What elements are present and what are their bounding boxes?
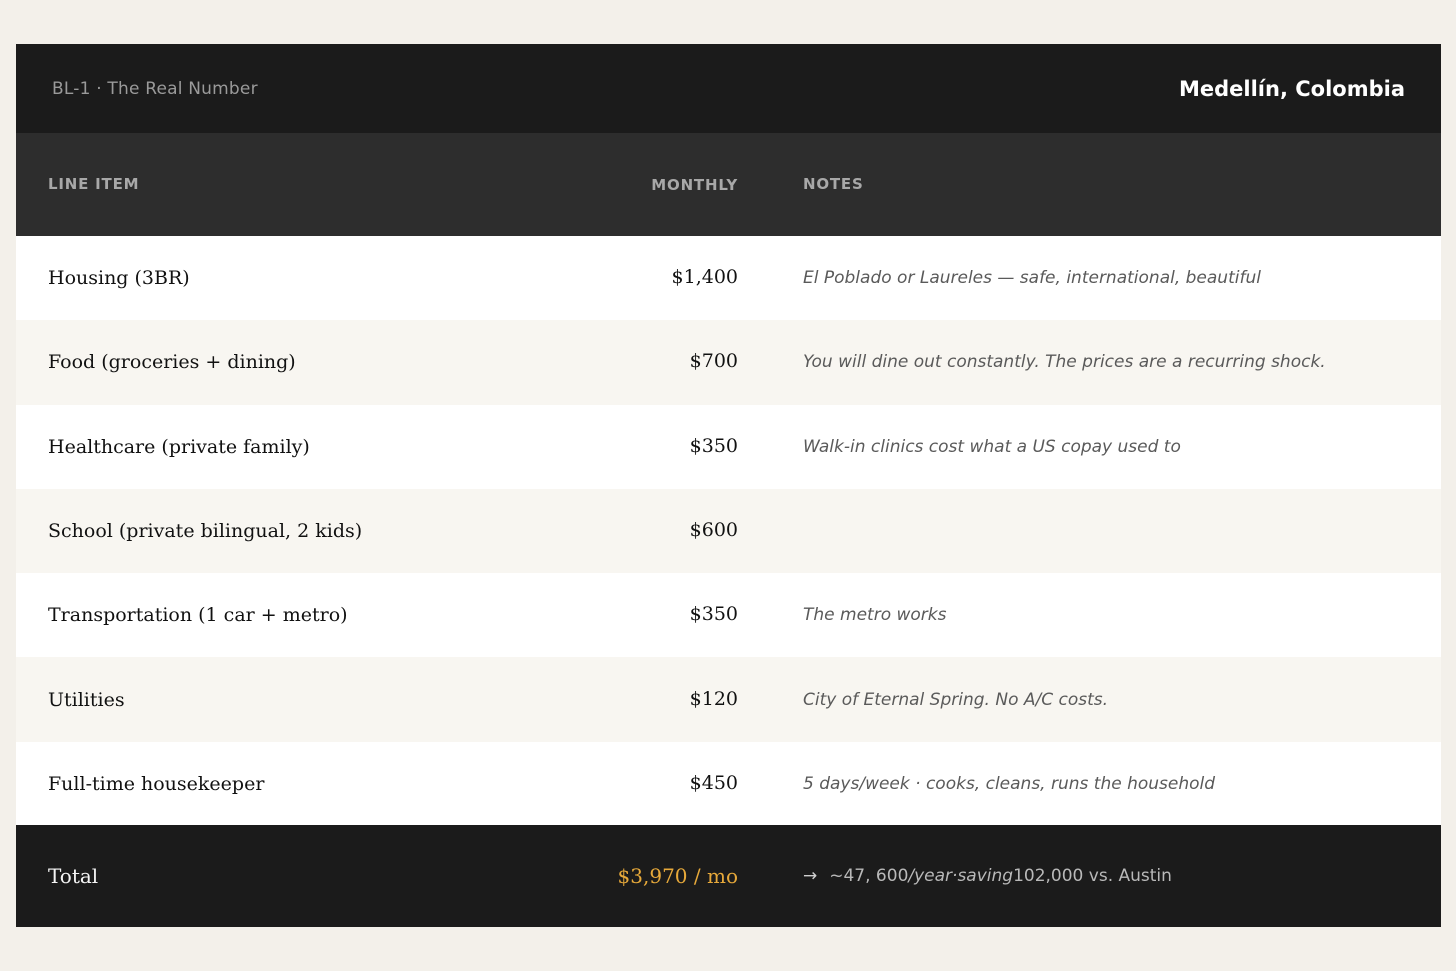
- monthly-amount: $450: [689, 771, 738, 794]
- line-item-label: School (private bilingual, 2 kids): [48, 520, 363, 543]
- line-item-label: Full-time housekeeper: [48, 772, 265, 795]
- line-item-label: Transportation (1 car + metro): [48, 604, 348, 627]
- total-note: → ~47, 600/year·saving102,000 vs. Austin: [803, 866, 1172, 886]
- line-item-note: The metro works: [803, 605, 947, 626]
- total-note-saving: /year·saving: [908, 866, 1014, 886]
- line-item-label: Housing (3BR): [48, 267, 190, 290]
- monthly-amount: $350: [689, 603, 738, 626]
- table-row: Housing (3BR) $1,400 El Poblado or Laure…: [16, 236, 1441, 321]
- column-header-monthly: MONTHLY: [651, 175, 738, 194]
- line-item-label: Healthcare (private family): [48, 435, 310, 458]
- line-item-note: City of Eternal Spring. No A/C costs.: [803, 689, 1109, 710]
- total-note-comparison: 102,000 vs. Austin: [1013, 866, 1172, 886]
- table-row: Transportation (1 car + metro) $350 The …: [16, 573, 1441, 658]
- monthly-amount: $120: [689, 687, 738, 710]
- section-code: BL-1 · The Real Number: [52, 78, 258, 99]
- title-bar: BL-1 · The Real Number Medellín, Colombi…: [16, 44, 1441, 133]
- total-note-annual: ~47, 600: [829, 866, 909, 886]
- total-label: Total: [48, 864, 99, 888]
- line-item-label: Food (groceries + dining): [48, 351, 296, 374]
- table-row: Healthcare (private family) $350 Walk-in…: [16, 404, 1441, 489]
- monthly-amount: $1,400: [671, 266, 738, 289]
- table-row: Utilities $120 City of Eternal Spring. N…: [16, 657, 1441, 742]
- table-row: School (private bilingual, 2 kids) $600: [16, 488, 1441, 574]
- line-item-note: 5 days/week · cooks, cleans, runs the ho…: [803, 773, 1216, 794]
- line-item-note: El Poblado or Laureles — safe, internati…: [803, 268, 1261, 289]
- table-header: LINE ITEM MONTHLY NOTES: [16, 133, 1441, 236]
- cost-table-card: BL-1 · The Real Number Medellín, Colombi…: [16, 44, 1441, 927]
- line-item-note: Walk-in clinics cost what a US copay use…: [803, 436, 1181, 457]
- column-header-line-item: LINE ITEM: [48, 175, 140, 193]
- line-item-label: Utilities: [48, 688, 125, 711]
- column-header-notes: NOTES: [803, 175, 864, 193]
- monthly-amount: $600: [689, 519, 738, 542]
- table-row: Food (groceries + dining) $700 You will …: [16, 320, 1441, 405]
- monthly-amount: $700: [689, 350, 738, 373]
- table-row: Full-time housekeeper $450 5 days/week ·…: [16, 741, 1441, 827]
- monthly-amount: $350: [689, 434, 738, 457]
- line-item-note: You will dine out constantly. The prices…: [803, 352, 1326, 373]
- city-title: Medellín, Colombia: [1179, 76, 1405, 101]
- arrow-right-icon: →: [803, 866, 818, 886]
- total-row: Total $3,970 / mo → ~47, 600/year·saving1…: [16, 825, 1441, 927]
- total-amount: $3,970 / mo: [617, 864, 738, 888]
